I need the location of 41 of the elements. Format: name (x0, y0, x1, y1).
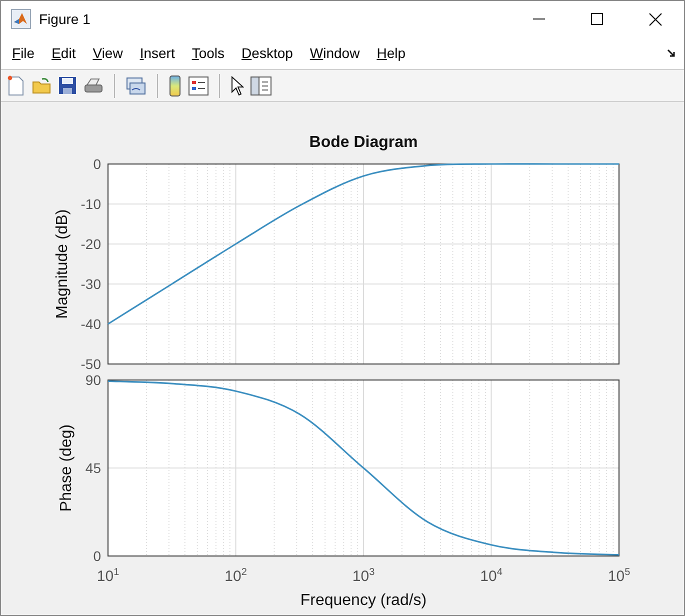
tick-label: -40 (80, 316, 101, 332)
menu-item[interactable]: File (6, 42, 41, 64)
tick-label: 10$^{3}$ (352, 567, 375, 585)
menu-item[interactable]: View (86, 42, 129, 64)
axis-label: Magnitude (dB) (54, 209, 71, 319)
tick-label: -50 (80, 356, 101, 370)
folder-icon[interactable] (32, 76, 52, 96)
minimize-icon (533, 18, 545, 20)
window-title: Figure 1 (39, 10, 90, 29)
colorbar-icon[interactable] (168, 74, 182, 96)
tick-label: 10$^{1}$ (96, 567, 120, 585)
linked-windows-icon[interactable] (125, 76, 147, 96)
menu-item[interactable]: Help (370, 42, 412, 64)
printer-icon[interactable] (83, 76, 104, 96)
menu-item[interactable]: Insert (134, 42, 181, 64)
tick-label: 10$^{4}$ (480, 567, 502, 585)
close-icon (648, 12, 662, 26)
tick-label: 10$^{5}$ (608, 567, 630, 585)
maximize-icon (591, 13, 603, 25)
menu-item[interactable]: Desktop (236, 42, 299, 64)
chart-title: Bode Diagram (309, 134, 418, 151)
tick-label: 10$^{2}$ (224, 567, 247, 585)
axis-label: Frequency (rad/s) (300, 592, 427, 609)
menu-item[interactable]: Edit (46, 42, 82, 64)
menu-item[interactable]: Tools (186, 42, 231, 64)
new-file-icon[interactable] (6, 74, 26, 96)
tick-label: 90 (85, 372, 101, 388)
pointer-icon[interactable] (230, 76, 244, 96)
tick-label: -20 (80, 236, 101, 252)
dock-arrow-icon[interactable] (667, 48, 676, 58)
app-logo-icon (11, 9, 31, 29)
tick-label: 0 (93, 156, 101, 172)
property-panel-icon[interactable] (250, 76, 272, 96)
tick-label: 45 (85, 460, 101, 476)
axis-label: Phase (deg) (58, 424, 75, 512)
tick-label: -10 (80, 196, 101, 212)
save-icon[interactable] (58, 76, 77, 95)
tick-label: 0 (93, 548, 101, 564)
tick-label: -30 (80, 276, 101, 292)
legend-icon[interactable] (188, 76, 209, 96)
menu-item[interactable]: Window (304, 42, 366, 64)
